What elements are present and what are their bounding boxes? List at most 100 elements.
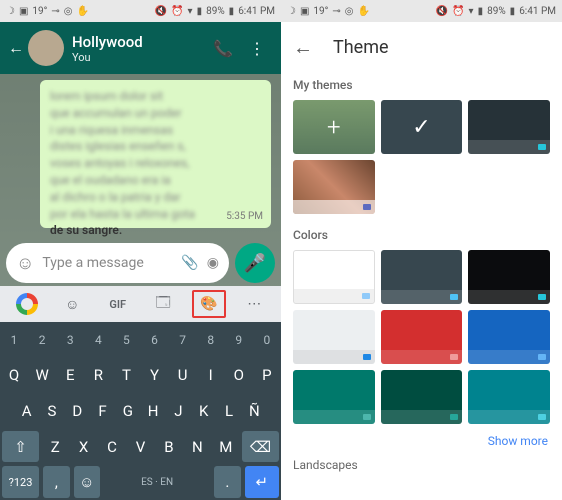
key-9[interactable]: 9 xyxy=(227,324,251,356)
moon-icon: ☽ xyxy=(287,6,296,17)
color-tile[interactable] xyxy=(293,370,375,424)
key-ñ[interactable]: Ñ xyxy=(244,395,265,427)
key-r[interactable]: R xyxy=(86,360,110,392)
back-icon[interactable]: ← xyxy=(293,35,313,60)
key-1[interactable]: 1 xyxy=(2,324,26,356)
key-w[interactable]: W xyxy=(30,360,54,392)
show-more-link[interactable]: Show more xyxy=(281,424,562,458)
target-icon: ◎ xyxy=(345,6,354,17)
key-icon: ⊸ xyxy=(332,6,340,17)
battery-pct: 89% xyxy=(206,6,225,17)
shift-key[interactable]: ⇧ xyxy=(2,431,39,463)
key-x[interactable]: X xyxy=(71,431,95,463)
key-l[interactable]: L xyxy=(218,395,239,427)
translate-icon[interactable]: 🗔 xyxy=(146,290,180,318)
clock: 6:41 PM xyxy=(238,6,275,17)
gallery-icon: ▣ xyxy=(300,6,309,17)
color-tile[interactable] xyxy=(381,370,463,424)
message-input[interactable]: ☺ Type a message 📎 ◉ xyxy=(6,243,229,283)
key-v[interactable]: V xyxy=(128,431,152,463)
mic-button[interactable]: 🎤 xyxy=(235,243,275,283)
theme-tile-image[interactable] xyxy=(293,160,375,214)
temp: 19° xyxy=(32,6,47,17)
moon-icon: ☽ xyxy=(6,6,15,17)
key-6[interactable]: 6 xyxy=(142,324,166,356)
battery-pct: 89% xyxy=(487,6,506,17)
theme-header: ← Theme xyxy=(281,22,562,72)
key-m[interactable]: M xyxy=(214,431,238,463)
key-f[interactable]: F xyxy=(92,395,113,427)
palette-icon[interactable]: 🎨 xyxy=(192,290,226,318)
key-7[interactable]: 7 xyxy=(171,324,195,356)
add-theme-tile[interactable]: + xyxy=(293,100,375,154)
key-2[interactable]: 2 xyxy=(30,324,54,356)
key-h[interactable]: H xyxy=(142,395,163,427)
color-tile[interactable] xyxy=(468,310,550,364)
period-key[interactable]: . xyxy=(214,466,241,498)
gallery-icon: ▣ xyxy=(19,6,28,17)
call-icon[interactable]: 📞 xyxy=(205,39,241,58)
theme-tile[interactable] xyxy=(468,100,550,154)
color-tile[interactable] xyxy=(293,250,375,304)
key-0[interactable]: 0 xyxy=(255,324,279,356)
emoji-key[interactable]: ☺ xyxy=(74,466,101,498)
key-b[interactable]: B xyxy=(157,431,181,463)
color-tile[interactable] xyxy=(468,250,550,304)
key-y[interactable]: Y xyxy=(142,360,166,392)
alarm-icon: ⏰ xyxy=(452,6,464,17)
key-e[interactable]: E xyxy=(58,360,82,392)
more-icon[interactable]: ⋯ xyxy=(237,290,271,318)
key-g[interactable]: G xyxy=(117,395,138,427)
theme-tile-selected[interactable]: ✓ xyxy=(381,100,463,154)
google-icon[interactable] xyxy=(10,290,44,318)
key-k[interactable]: K xyxy=(193,395,214,427)
color-tile[interactable] xyxy=(381,310,463,364)
key-c[interactable]: C xyxy=(100,431,124,463)
attach-icon[interactable]: 📎 xyxy=(181,255,198,271)
key-n[interactable]: N xyxy=(185,431,209,463)
key-q[interactable]: Q xyxy=(2,360,26,392)
color-tile[interactable] xyxy=(381,250,463,304)
more-icon[interactable]: ⋮ xyxy=(241,39,273,58)
key-u[interactable]: U xyxy=(171,360,195,392)
message-bubble[interactable]: lorem ipsum dolor sit que accumulan un p… xyxy=(40,80,271,228)
clock: 6:41 PM xyxy=(519,6,556,17)
key-4[interactable]: 4 xyxy=(86,324,110,356)
contact-name: Hollywood xyxy=(72,33,143,51)
key-a[interactable]: A xyxy=(16,395,37,427)
chat-area[interactable]: lorem ipsum dolor sit que accumulan un p… xyxy=(0,74,281,240)
color-tile[interactable] xyxy=(468,370,550,424)
backspace-key[interactable]: ⌫ xyxy=(242,431,279,463)
key-8[interactable]: 8 xyxy=(199,324,223,356)
key-i[interactable]: I xyxy=(199,360,223,392)
key-o[interactable]: O xyxy=(227,360,251,392)
key-d[interactable]: D xyxy=(67,395,88,427)
comma-key[interactable]: , xyxy=(43,466,70,498)
key-s[interactable]: S xyxy=(41,395,62,427)
emoji-icon[interactable]: ☺ xyxy=(16,253,34,274)
key-p[interactable]: P xyxy=(255,360,279,392)
key-t[interactable]: T xyxy=(114,360,138,392)
key-j[interactable]: J xyxy=(168,395,189,427)
camera-icon[interactable]: ◉ xyxy=(207,255,219,271)
avatar[interactable] xyxy=(28,30,64,66)
color-tile[interactable] xyxy=(293,310,375,364)
battery-icon: ▮ xyxy=(229,6,235,17)
chat-header: ← Hollywood You 📞 ⋮ xyxy=(0,22,281,74)
key-z[interactable]: Z xyxy=(43,431,67,463)
back-icon[interactable]: ← xyxy=(8,38,24,58)
key-5[interactable]: 5 xyxy=(114,324,138,356)
gif-button[interactable]: GIF xyxy=(101,290,135,318)
symbols-key[interactable]: ?123 xyxy=(2,466,39,498)
input-row: ☺ Type a message 📎 ◉ 🎤 xyxy=(0,240,281,286)
contact-sub: You xyxy=(72,51,143,64)
hand-icon: ✋ xyxy=(77,6,89,17)
alarm-icon: ⏰ xyxy=(171,6,183,17)
key-3[interactable]: 3 xyxy=(58,324,82,356)
space-key[interactable]: ES · EN xyxy=(104,466,210,498)
gboard-toolbar: ☺ GIF 🗔 🎨 ⋯ xyxy=(0,286,281,322)
enter-key[interactable]: ↵ xyxy=(245,466,279,498)
wifi-icon: ▾ xyxy=(469,6,474,17)
sticker-icon[interactable]: ☺ xyxy=(55,290,89,318)
status-bar: ☽ ▣ 19° ⊸ ◎ ✋ 🔇 ⏰ ▾ ▮ 89% ▮ 6:41 PM xyxy=(0,0,281,22)
